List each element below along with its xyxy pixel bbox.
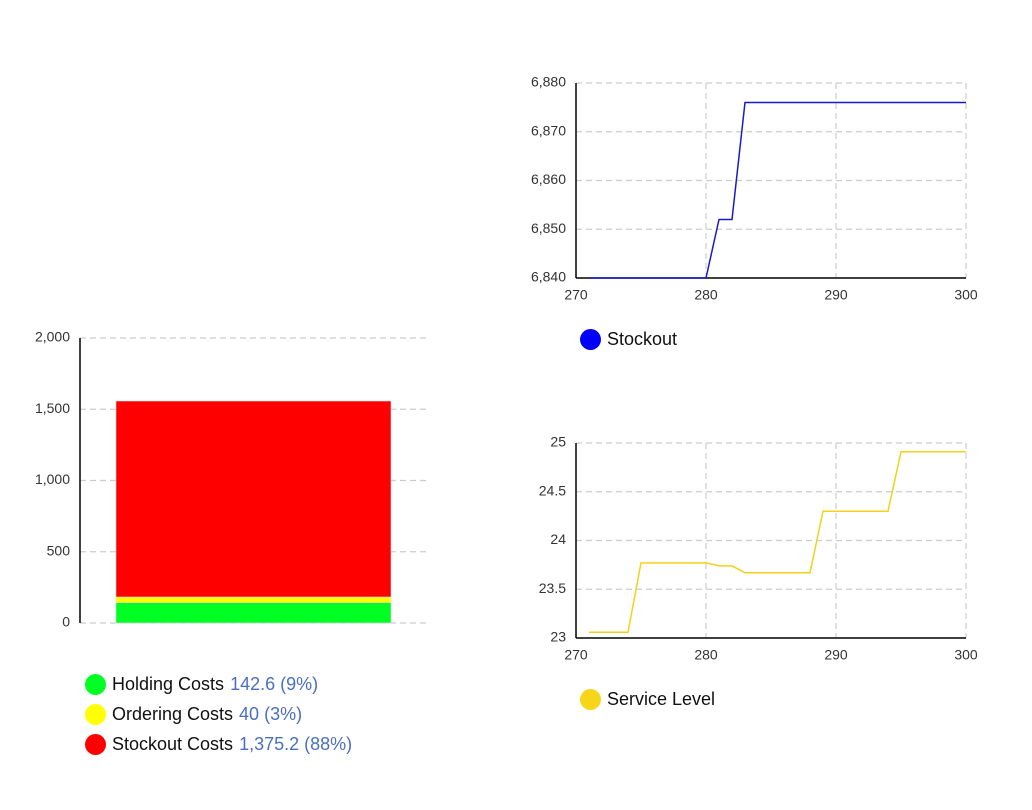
legend-stockout-cost: Stockout Costs 1,375.2 (88%)	[85, 734, 352, 755]
stockout-dot-icon	[580, 329, 601, 350]
stockout-chart-series-line	[589, 101, 966, 279]
bar-holding	[115, 602, 392, 624]
service-level-dot-icon	[580, 689, 601, 710]
ordering-dot-icon	[85, 704, 106, 725]
holding-dot-icon	[85, 674, 106, 695]
legend-holding-value: 142.6 (9%)	[230, 674, 319, 694]
service-chart-y-tick-label: 23.5	[539, 580, 566, 596]
legend-holding-label: Holding Costs	[112, 674, 225, 694]
stockout-chart-x-tick-label: 270	[564, 287, 588, 303]
bar-y-tick-label: 500	[47, 542, 71, 558]
legend-stockout-cost-label: Stockout Costs	[112, 734, 234, 754]
bar-y-tick-label: 2,000	[35, 329, 70, 345]
stockout-chart-y-tick-label: 6,840	[531, 269, 566, 285]
stockout-chart-y-tick-label: 6,870	[531, 122, 566, 138]
bar-y-tick-label: 0	[62, 614, 70, 630]
service-chart-x-tick-label: 300	[954, 647, 978, 663]
service-chart-x-tick-label: 280	[694, 647, 718, 663]
service-chart-x-tick-label: 290	[824, 647, 848, 663]
bar-y-tick-label: 1,000	[35, 471, 70, 487]
service-chart-y-tick-label: 24	[550, 531, 566, 547]
legend-stockout-label: Stockout	[607, 329, 678, 349]
legend-holding: Holding Costs 142.6 (9%)	[85, 674, 318, 695]
legend-service-level-label: Service Level	[607, 689, 716, 709]
bar-y-tick-label: 1,500	[35, 400, 70, 416]
stockout-chart-x-tick-label: 280	[694, 287, 718, 303]
stockout-cost-dot-icon	[85, 734, 106, 755]
service-chart-x-tick-label: 270	[564, 647, 588, 663]
legend-stockout-cost-value: 1,375.2 (88%)	[239, 734, 353, 754]
service-chart-y-tick-label: 24.5	[539, 482, 566, 498]
stockout-chart-y-tick-label: 6,860	[531, 171, 566, 187]
legend-service-level: Service Level	[580, 689, 715, 710]
legend-stockout: Stockout	[580, 329, 677, 350]
bar-ordering	[115, 596, 392, 603]
bar-stockout	[115, 400, 392, 598]
legend-ordering-label: Ordering Costs	[112, 704, 234, 724]
legend-ordering-value: 40 (3%)	[239, 704, 303, 724]
legend-ordering: Ordering Costs 40 (3%)	[85, 704, 302, 725]
stockout-chart-y-tick-label: 6,880	[531, 74, 566, 90]
service-chart-series-line	[589, 451, 966, 633]
service-chart-y-tick-label: 23	[550, 629, 566, 645]
stockout-chart-x-tick-label: 290	[824, 287, 848, 303]
stockout-chart-x-tick-label: 300	[954, 287, 978, 303]
stockout-chart-y-tick-label: 6,850	[531, 220, 566, 236]
service-chart-y-tick-label: 25	[550, 434, 566, 450]
